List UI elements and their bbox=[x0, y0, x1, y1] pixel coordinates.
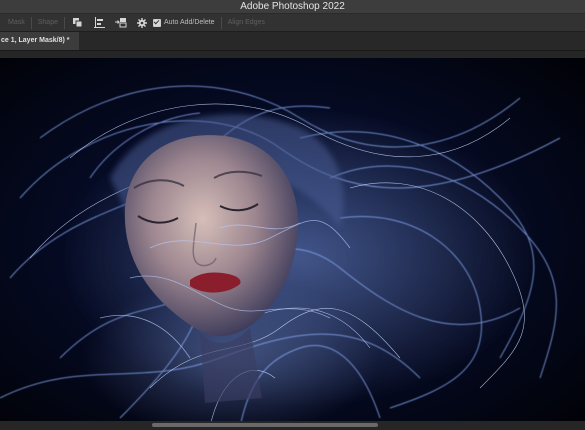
document-tab-bar: ce 1, Layer Mask/8) * bbox=[0, 32, 585, 51]
title-bar: Adobe Photoshop 2022 bbox=[0, 0, 585, 14]
align-edges-option[interactable]: Align Edges bbox=[228, 19, 265, 26]
auto-add-delete-checkbox[interactable] bbox=[152, 18, 161, 27]
gear-icon[interactable] bbox=[135, 16, 149, 30]
mask-button[interactable]: Mask bbox=[8, 19, 25, 26]
path-operations-icon[interactable] bbox=[71, 16, 85, 30]
window-title: Adobe Photoshop 2022 bbox=[240, 1, 345, 12]
auto-add-delete-label[interactable]: Auto Add/Delete bbox=[164, 19, 215, 26]
shape-button[interactable]: Shape bbox=[38, 19, 58, 26]
canvas-area[interactable] bbox=[0, 51, 585, 430]
path-arrangement-icon[interactable] bbox=[114, 16, 128, 30]
options-divider bbox=[220, 16, 222, 29]
options-bar: Mask Shape Auto Add/Delete Align Edges bbox=[0, 14, 585, 31]
options-divider bbox=[30, 16, 32, 29]
options-divider bbox=[63, 16, 65, 29]
path-alignment-icon[interactable] bbox=[93, 16, 107, 30]
document-canvas[interactable] bbox=[0, 58, 585, 427]
document-tab-title: ce 1, Layer Mask/8) * bbox=[1, 37, 70, 44]
horizontal-scrollbar[interactable] bbox=[0, 421, 585, 430]
horizontal-scroll-thumb[interactable] bbox=[152, 423, 378, 427]
document-tab[interactable]: ce 1, Layer Mask/8) * bbox=[0, 32, 79, 50]
